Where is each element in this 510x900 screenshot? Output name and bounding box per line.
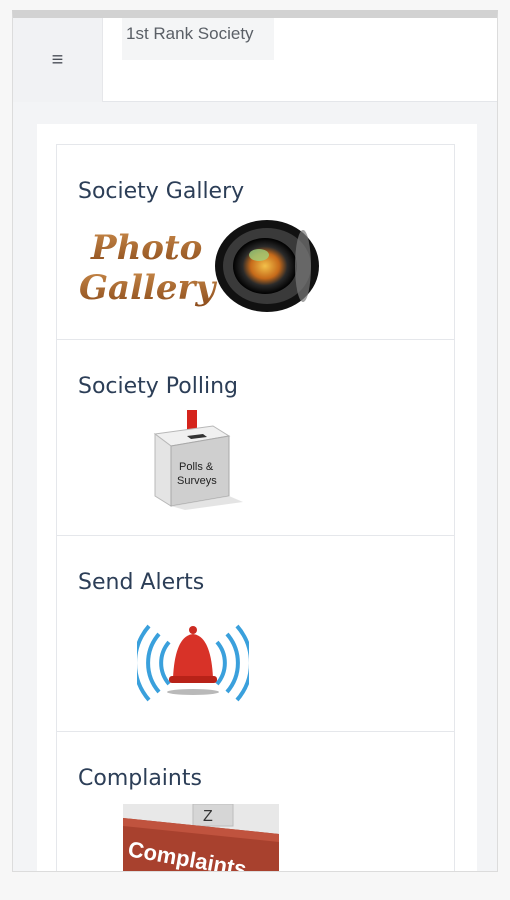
menu-card-complaints[interactable]: Complaints Z Complaints bbox=[56, 732, 455, 871]
alert-bell-icon bbox=[137, 624, 249, 702]
menu-panel: Society Gallery Photo Gallery Society Po… bbox=[37, 124, 477, 871]
menu-card-alerts[interactable]: Send Alerts bbox=[56, 536, 455, 732]
app-frame: ≡ 1st Rank Society Society Gallery Photo… bbox=[12, 10, 498, 872]
menu-card-gallery[interactable]: Society Gallery Photo Gallery bbox=[56, 144, 455, 340]
photo-gallery-icon: Photo Gallery bbox=[79, 220, 319, 312]
card-title: Complaints bbox=[78, 766, 202, 791]
gallery-text-photo: Photo bbox=[90, 228, 202, 268]
svg-text:Z: Z bbox=[203, 808, 213, 825]
top-bar: ≡ 1st Rank Society bbox=[13, 18, 497, 102]
app-title: 1st Rank Society bbox=[122, 18, 274, 60]
poll-text-polls: Polls & bbox=[179, 461, 214, 473]
card-title: Society Gallery bbox=[78, 179, 245, 204]
complaints-key-icon: Z Complaints bbox=[123, 804, 279, 871]
poll-text-surveys: Surveys bbox=[177, 475, 217, 487]
card-title: Society Polling bbox=[78, 374, 238, 399]
hamburger-icon: ≡ bbox=[51, 48, 64, 71]
poll-box-icon: Polls & Surveys bbox=[153, 410, 243, 510]
card-title: Send Alerts bbox=[78, 570, 205, 595]
gallery-text-gallery: Gallery bbox=[79, 268, 217, 308]
menu-card-polling[interactable]: Society Polling Polls & Surveys bbox=[56, 340, 455, 536]
menu-button[interactable]: ≡ bbox=[13, 18, 103, 102]
